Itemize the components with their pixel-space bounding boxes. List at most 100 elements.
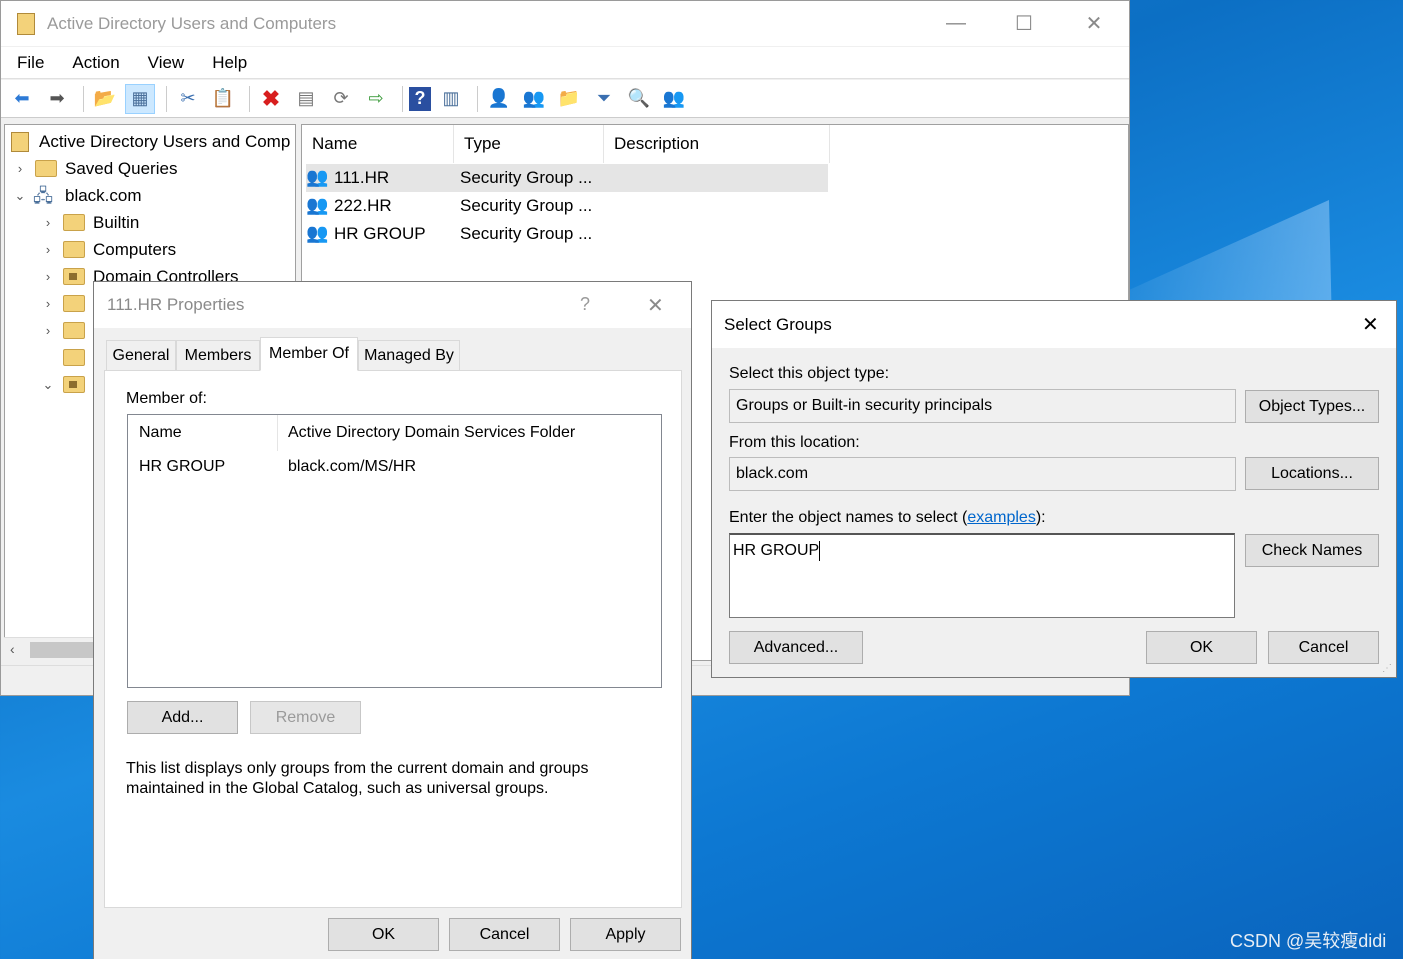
menu-bar: File Action View Help [1, 47, 1129, 79]
help-icon[interactable]: ? [409, 86, 431, 111]
tree-item-domain[interactable]: ⌄ 🖧 black.com [11, 182, 142, 209]
remove-button[interactable]: Remove [250, 701, 361, 734]
tree-item-folder[interactable]: › [39, 290, 93, 317]
folder-icon [63, 349, 85, 366]
close-button[interactable]: ✕ [1059, 1, 1129, 45]
member-of-label: Member of: [126, 390, 207, 407]
cancel-button[interactable]: Cancel [449, 918, 560, 951]
menu-action[interactable]: Action [56, 53, 131, 73]
new-ou-icon[interactable]: 📁 [554, 84, 584, 114]
chevron-right-icon[interactable]: › [39, 269, 57, 284]
show-action-pane-icon[interactable]: ▥ [436, 84, 466, 114]
add-button[interactable]: Add... [127, 701, 238, 734]
delete-icon[interactable]: ✖ [256, 84, 286, 114]
scroll-thumb[interactable] [30, 642, 94, 658]
show-console-tree-icon[interactable]: ▦ [125, 83, 155, 114]
ok-button[interactable]: OK [1146, 631, 1257, 664]
table-row[interactable]: HR GROUP black.com/MS/HR [128, 453, 661, 481]
ou-folder-icon [63, 376, 85, 393]
tree-root-label: Active Directory Users and Comp [39, 131, 291, 151]
item-name: 111.HR [334, 168, 390, 187]
chevron-down-icon[interactable]: ⌄ [39, 377, 57, 393]
examples-link[interactable]: examples [967, 509, 1035, 526]
scroll-left-icon[interactable]: ‹ [10, 641, 15, 657]
cancel-button[interactable]: Cancel [1268, 631, 1379, 664]
cut-icon[interactable]: ✂ [173, 84, 203, 114]
column-header-name[interactable]: Name [128, 415, 278, 451]
new-user-icon[interactable]: 👤 [484, 84, 514, 114]
tree-item-folder[interactable]: › [39, 317, 93, 344]
find-icon[interactable]: 🔍 [624, 84, 654, 114]
chevron-right-icon[interactable]: › [39, 242, 57, 257]
paste-icon[interactable]: 📋 [208, 84, 238, 114]
chevron-right-icon[interactable]: › [39, 323, 57, 338]
tab-members[interactable]: Members [176, 340, 260, 370]
tree-item-builtin[interactable]: › Builtin [39, 209, 139, 236]
object-type-field: Groups or Built-in security principals [729, 389, 1236, 423]
check-names-button[interactable]: Check Names [1245, 534, 1379, 567]
tab-member-of[interactable]: Member Of [260, 337, 358, 371]
refresh-icon[interactable]: ⟳ [326, 84, 356, 114]
resize-grip-icon[interactable]: ⋰ [1382, 663, 1392, 674]
new-group-icon[interactable]: 👥 [519, 84, 549, 114]
column-header-folder[interactable]: Active Directory Domain Services Folder [278, 415, 661, 451]
dialog-title-bar: Select Groups ✕ [712, 301, 1396, 348]
object-types-button[interactable]: Object Types... [1245, 390, 1379, 423]
ok-button[interactable]: OK [328, 918, 439, 951]
chevron-right-icon[interactable]: › [11, 161, 29, 176]
properties-dialog: 111.HR Properties ? ✕ General Members Me… [93, 281, 692, 959]
menu-file[interactable]: File [1, 53, 56, 73]
ou-folder-icon [63, 268, 85, 285]
dialog-title: Select Groups [724, 314, 832, 334]
tree-item-ou[interactable]: ⌄ [39, 371, 93, 398]
advanced-button[interactable]: Advanced... [729, 631, 863, 664]
location-field: black.com [729, 457, 1236, 491]
list-item[interactable]: 👥 111.HR Security Group ... [306, 164, 828, 192]
text-cursor [819, 541, 821, 561]
export-list-icon[interactable]: ⇨ [361, 84, 391, 114]
member-of-panel: Member of: Name Active Directory Domain … [104, 370, 682, 908]
tab-managed-by[interactable]: Managed By [358, 340, 460, 370]
add-to-group-icon[interactable]: 👥 [659, 84, 689, 114]
locations-button[interactable]: Locations... [1245, 457, 1379, 490]
dialog-close-button[interactable]: ✕ [647, 293, 664, 318]
tab-general[interactable]: General [106, 340, 176, 370]
tree-label: Computers [93, 239, 177, 259]
up-folder-icon[interactable]: 📂 [90, 84, 120, 114]
list-item[interactable]: 👥 HR GROUP Security Group ... [306, 220, 592, 248]
chevron-right-icon[interactable]: › [39, 296, 57, 311]
column-header-description[interactable]: Description [604, 125, 830, 163]
dialog-close-button[interactable]: ✕ [1362, 312, 1379, 337]
object-names-input[interactable]: HR GROUP [729, 533, 1235, 618]
list-item[interactable]: 👥 222.HR Security Group ... [306, 192, 592, 220]
column-header-name[interactable]: Name [302, 125, 454, 163]
tree-item-saved-queries[interactable]: › Saved Queries [11, 155, 178, 182]
console-icon [11, 131, 29, 152]
menu-view[interactable]: View [132, 53, 197, 73]
member-of-list[interactable]: Name Active Directory Domain Services Fo… [127, 414, 662, 688]
object-type-label: Select this object type: [729, 365, 890, 382]
tree-label: black.com [65, 185, 142, 205]
group-icon: 👥 [306, 167, 329, 187]
forward-arrow-icon[interactable]: ➡ [42, 84, 72, 114]
tree-root[interactable]: Active Directory Users and Comp [11, 128, 290, 155]
filter-icon[interactable]: ⏷ [589, 84, 619, 114]
menu-help[interactable]: Help [196, 53, 259, 73]
maximize-button[interactable]: ☐ [989, 1, 1059, 45]
back-arrow-icon[interactable]: ⬅ [7, 84, 37, 114]
watermark: CSDN @吴较瘦didi [1230, 931, 1387, 951]
column-header-type[interactable]: Type [454, 125, 604, 163]
folder-icon [63, 214, 85, 231]
tree-label: Saved Queries [65, 158, 178, 178]
properties-icon[interactable]: ▤ [291, 84, 321, 114]
chevron-down-icon[interactable]: ⌄ [11, 188, 29, 204]
folder-icon [63, 322, 85, 339]
tree-item-folder[interactable] [39, 344, 93, 371]
select-groups-dialog: Select Groups ✕ Select this object type:… [711, 300, 1397, 678]
help-button[interactable]: ? [580, 294, 590, 315]
tree-item-computers[interactable]: › Computers [39, 236, 176, 263]
chevron-right-icon[interactable]: › [39, 215, 57, 230]
minimize-button[interactable]: — [921, 1, 991, 45]
toolbar: ⬅ ➡ 📂 ▦ ✂ 📋 ✖ ▤ ⟳ ⇨ ? ▥ 👤 👥 📁 ⏷ 🔍 👥 [1, 80, 1129, 118]
apply-button[interactable]: Apply [570, 918, 681, 951]
